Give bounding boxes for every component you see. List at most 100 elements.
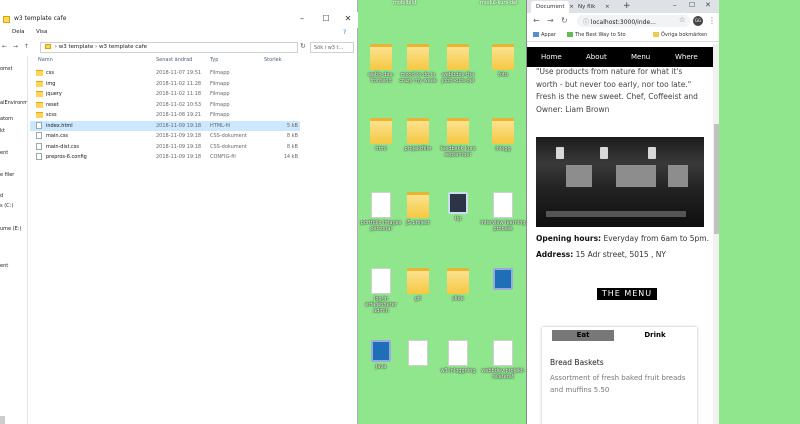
ribbon-tab-view[interactable]: Visa [36,29,47,35]
maximize-button[interactable]: ☐ [689,1,695,9]
nav-arrows-icon[interactable]: ← → ↑ [2,43,31,50]
address-bar[interactable]: › w3 template › w3 template cafe [40,42,298,53]
html-file-icon [36,121,42,129]
opening-hours: Opening hours: Everyday from 6am to 5pm. [536,234,709,243]
minimize-button[interactable]: – [292,14,312,23]
nav-home[interactable]: Home [541,53,562,61]
forward-icon[interactable]: → [547,16,554,25]
nav-item[interactable]: e filer [0,172,14,178]
file-date: 2018-11-09 19:18 [156,133,202,139]
column-size[interactable]: Storlek [264,57,282,63]
nav-item[interactable]: kt [0,128,5,134]
close-tab-icon[interactable]: × [605,4,610,10]
help-icon[interactable]: ? [343,29,346,36]
navigation-pane: omst alEnvironm atorn kt ent e filer d s… [0,56,28,424]
star-icon[interactable]: ☆ [679,16,685,24]
nav-item[interactable]: omst [0,66,13,72]
file-row[interactable]: scss 2018-11-08 19:21 Filmapp [30,110,300,120]
desktop-icon[interactable]: tip [435,192,481,222]
file-row[interactable]: prepros-6.config 2018-11-09 19:18 CONFIG-f… [30,152,300,162]
file-row[interactable]: img 2018-11-02 11:28 Filmapp [30,79,300,89]
file-row[interactable]: main-dist.css 2018-11-09 19:18 CSS-dokumen… [30,142,300,152]
breadcrumb-item[interactable]: w3 template [59,44,94,50]
nav-item[interactable]: ent [0,263,8,269]
nav-item[interactable]: ent [0,150,8,156]
new-tab-button[interactable]: + [623,1,631,11]
folder-icon [492,44,514,70]
back-icon[interactable]: ← [533,16,540,25]
column-type[interactable]: Typ [210,57,218,63]
desktop-icon[interactable]: w3 inloggning [435,340,481,374]
scrollbar-thumb[interactable] [714,124,719,234]
file-row[interactable]: main.css 2018-11-09 19:18 CSS-dokument 8 kB [30,131,300,141]
tab-document[interactable]: Document × [531,1,574,13]
desktop-icon[interactable]: webbdev-the jobb-kurs-del [435,44,481,84]
desktop-icon[interactable]: inlogg [480,118,526,152]
menu-card: Eat Drink Bread Baskets Assortment of fr… [542,327,697,424]
address-label: Address: [536,250,574,259]
page-scrollbar[interactable] [713,44,719,424]
file-date: 2018-11-08 19:21 [156,112,202,118]
desktop-icon[interactable]: webbdev projekt-relaterat [480,340,526,380]
close-button[interactable]: ✕ [338,14,358,23]
file-type: Filmapp [210,80,230,87]
desktop-icon[interactable] [480,268,526,292]
breadcrumb-item[interactable]: w3 template cafe [99,44,147,50]
file-row[interactable]: index.html 2018-11-09 19:18 HTML-fil 5 kB [30,120,300,131]
bookmark-label: Appar [541,32,556,38]
tab-drink[interactable]: Drink [624,330,686,341]
nav-item[interactable]: ume (E:) [0,226,21,232]
reload-icon[interactable]: ↻ [561,16,568,25]
minimize-button[interactable]: – [673,1,677,9]
nav-item[interactable]: d [0,193,3,199]
ribbon-tab-share[interactable]: Dela [12,29,25,35]
search-input[interactable]: Sök i w3 t... [310,42,354,53]
file-row[interactable]: reset 2018-11-02 10:53 Filmapp [30,100,300,110]
tab-eat[interactable]: Eat [552,330,614,341]
desktop-icon[interactable]: foto [480,44,526,78]
chrome-browser-window: Document × Ny flik × + – ☐ ✕ ← → ↻ ⓘ loc… [526,0,719,424]
scrollbar[interactable] [0,416,5,424]
info-icon[interactable]: ⓘ [583,19,591,26]
file-icon [493,340,513,366]
column-date[interactable]: Senast ändrad [156,57,192,63]
nav-item[interactable]: atorn [0,116,13,122]
folder-icon [36,91,43,97]
nav-item[interactable]: s (C:) [0,203,13,209]
file-icon [371,268,391,294]
refresh-icon[interactable]: ↻ [300,42,310,53]
breadcrumb-chevron-icon: › [54,44,57,50]
desktop-icon-label: inlogg [495,146,511,152]
nav-menu[interactable]: Menu [631,53,650,61]
folder-icon [407,268,429,294]
avatar[interactable]: GG [693,16,703,26]
file-type: CSS-dokument [210,143,247,150]
url-bar[interactable]: ⓘ localhost:3000/inde... [577,15,690,27]
bookmark-apps[interactable]: Appar [533,32,556,38]
nav-item[interactable]: alEnvironm [0,100,27,106]
maximize-button[interactable]: ☐ [316,14,336,23]
bookmark-label: Övriga bokmärken [661,32,708,38]
desktop-icon[interactable]: feedback kurs september [435,118,481,158]
file-row[interactable]: jquery 2018-11-02 11:18 Filmapp [30,89,300,99]
opening-hours-label: Opening hours: [536,234,602,243]
nav-where[interactable]: Where [675,53,698,61]
desktop-icon[interactable]: slide [435,268,481,302]
column-headers: Namn Senast ändrad Typ Storlek [30,56,358,66]
column-name[interactable]: Namn [38,57,53,63]
kebab-menu-icon[interactable]: ⋮ [708,16,716,25]
bookmark-item[interactable]: The Best Way to Sto [567,32,626,38]
address-bar-row: ← → ↑ › w3 template › w3 template cafe ↻… [0,40,358,55]
bookmarks-bar: Appar The Best Way to Sto Övriga bokmärk… [527,29,719,42]
file-date: 2018-11-02 11:28 [156,80,202,87]
nav-about[interactable]: About [586,53,607,61]
file-name: css [46,70,54,76]
desktop-icon-label: feedback kurs september [440,146,476,158]
other-bookmarks[interactable]: Övriga bokmärken [653,32,707,38]
folder-icon [36,101,43,108]
file-row[interactable]: css 2018-11-07 19:51 Filmapp [30,68,300,78]
desktop-icon[interactable]: interview learning process [480,192,526,232]
tab-new-tab[interactable]: Ny flik × [573,1,617,13]
close-button[interactable]: ✕ [705,1,711,9]
view-toggle-icons[interactable] [300,416,358,424]
